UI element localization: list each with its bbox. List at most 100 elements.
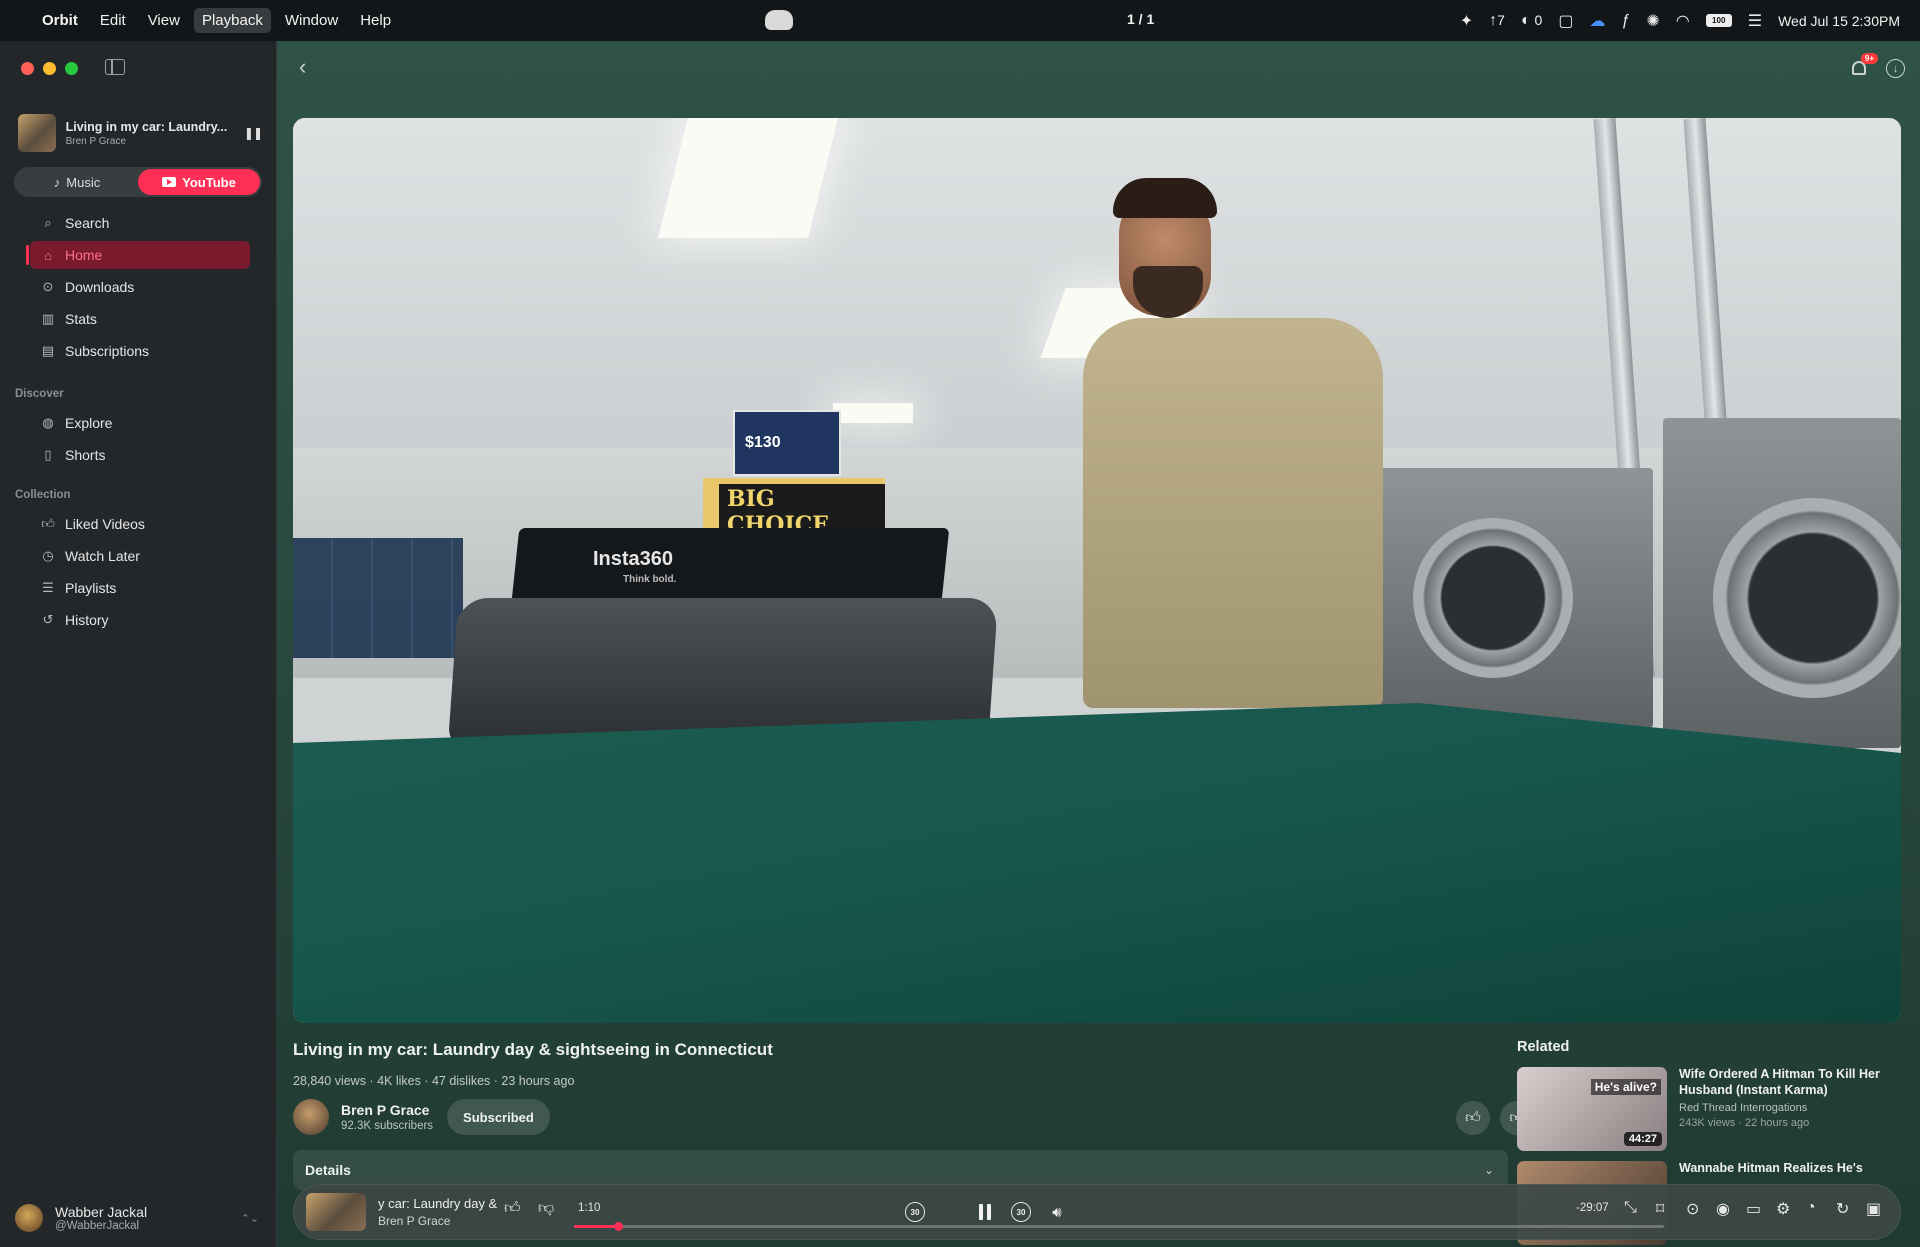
remaining-time: -29:07: [1576, 1202, 1609, 1214]
timer-icon[interactable]: ↻: [1836, 1199, 1849, 1219]
now-playing-title: Living in my car: Laundry...: [65, 119, 228, 134]
notification-badge: 9+: [1860, 53, 1878, 64]
sidebar-item-history[interactable]: ↺ History: [30, 606, 250, 634]
now-playing-mini[interactable]: Living in my car: Laundry... Bren P Grac…: [18, 111, 263, 155]
sidebar-item-downloads[interactable]: ⊙ Downloads: [30, 273, 250, 301]
back-chevron-icon[interactable]: ‹: [299, 54, 306, 80]
menu-bar: Orbit Edit View Playback Window Help 1 /…: [0, 0, 1920, 41]
player-thumbnail[interactable]: [306, 1193, 366, 1231]
now-playing-thumbnail: [18, 114, 56, 152]
related-title: Wannabe Hitman Realizes He's: [1679, 1161, 1863, 1175]
menu-playback[interactable]: Playback: [193, 8, 271, 33]
sidebar-toggle-icon[interactable]: [105, 59, 125, 75]
menu-window[interactable]: Window: [285, 12, 338, 29]
pause-icon: [979, 1204, 991, 1220]
control-center-icon[interactable]: ☰: [1748, 11, 1762, 31]
progress-fill: [574, 1225, 618, 1228]
cloud-icon[interactable]: ☁: [1589, 11, 1605, 31]
globe-icon: ◍: [42, 415, 54, 430]
skip-back-button[interactable]: 30: [898, 1195, 932, 1229]
menu-datetime[interactable]: Wed Jul 15 2:30PM: [1778, 13, 1900, 29]
sidebar-item-watch-later[interactable]: ◷ Watch Later: [30, 542, 250, 570]
sidebar-item-explore[interactable]: ◍ Explore: [30, 409, 250, 437]
script-icon[interactable]: ƒ: [1621, 12, 1630, 30]
main-content: ‹ 9+ ↓ $130 BIG CHOICE Insta360 Think bo…: [277, 41, 1920, 1247]
sidebar-item-home[interactable]: ⌂ Home: [26, 241, 250, 269]
collection-nav: 👍︎ Liked Videos ◷ Watch Later ☰ Playlists ↺…: [30, 510, 250, 638]
sidebar-item-search[interactable]: ⌕ Search: [30, 209, 250, 237]
video-price-sign: $130: [733, 410, 841, 476]
pause-button[interactable]: [968, 1195, 1002, 1229]
settings-gear-icon[interactable]: ⚙: [1776, 1199, 1790, 1219]
clock-icon: ◷: [42, 548, 54, 563]
close-window-button[interactable]: [21, 62, 34, 75]
picture-in-picture-icon[interactable]: ▣: [1866, 1199, 1881, 1219]
player-title: y car: Laundry day &: [378, 1196, 498, 1211]
pause-icon[interactable]: ❚❚: [244, 126, 263, 140]
sidebar-item-subscriptions[interactable]: ▤ Subscriptions: [30, 337, 250, 365]
related-item[interactable]: He's alive? 44:27 Wife Ordered A Hitman …: [1517, 1067, 1897, 1151]
player-dislike-icon[interactable]: 👎︎: [538, 1199, 554, 1218]
download-circle-icon[interactable]: ↓: [1886, 59, 1905, 78]
channel-avatar[interactable]: [293, 1099, 329, 1135]
video-player[interactable]: $130 BIG CHOICE Insta360 Think bold.: [293, 118, 1901, 1023]
history-icon: ↺: [42, 612, 54, 627]
airplay-icon[interactable]: ◉: [1716, 1199, 1730, 1219]
subscriptions-icon: ▤: [41, 343, 55, 358]
speed-icon[interactable]: ◔: [1806, 1199, 1816, 1217]
sidebar-item-liked-videos[interactable]: 👍︎ Liked Videos: [30, 510, 250, 538]
sidebar-item-playlists[interactable]: ☰ Playlists: [30, 574, 250, 602]
menu-app-name[interactable]: Orbit: [42, 12, 78, 29]
channel-subscribers: 92.3K subscribers: [341, 1120, 434, 1132]
bookmark-icon[interactable]: ⌑: [1656, 1199, 1664, 1219]
search-icon: ⌕: [44, 215, 52, 230]
captions-icon[interactable]: ▭: [1746, 1199, 1761, 1219]
app-window: Living in my car: Laundry... Bren P Grac…: [0, 41, 1920, 1247]
progress-bar[interactable]: [574, 1222, 1664, 1231]
notifications-button[interactable]: 9+: [1850, 53, 1878, 77]
video-washer-door: [1713, 498, 1901, 698]
wifi-icon[interactable]: ◠: [1676, 11, 1690, 31]
zoom-window-button[interactable]: [65, 62, 78, 75]
skip-forward-button[interactable]: 30: [1004, 1195, 1038, 1229]
app-status-icon[interactable]: [765, 10, 793, 30]
subscribed-button[interactable]: Subscribed: [447, 1099, 550, 1135]
music-tab[interactable]: ♪ Music: [16, 169, 138, 195]
like-button[interactable]: 👍︎: [1456, 1101, 1490, 1135]
openai-icon[interactable]: ✺: [1646, 11, 1659, 31]
video-tiles: [293, 538, 463, 658]
main-nav: ⌕ Search ⌂ Home ⊙ Downloads ▥ Stats ▤ Subscri…: [26, 209, 250, 369]
volume-icon[interactable]: 🔊︎: [1040, 1195, 1074, 1229]
battery-icon[interactable]: 100: [1705, 14, 1732, 27]
contacts-status[interactable]: ◐ 0: [1521, 12, 1542, 30]
menu-view[interactable]: View: [148, 12, 180, 29]
video-case-tagline: Think bold.: [623, 574, 677, 585]
sidebar-item-shorts[interactable]: ▯ Shorts: [30, 441, 250, 469]
youtube-tab[interactable]: YouTube: [138, 169, 260, 195]
account-profile[interactable]: Wabber Jackal @WabberJackal ⌃⌄: [15, 1197, 265, 1239]
chevron-updown-icon: ⌃⌄: [240, 1212, 259, 1225]
menu-help[interactable]: Help: [360, 12, 391, 29]
skip-forward-30-icon: 30: [1011, 1202, 1031, 1222]
related-thumbnail: He's alive? 44:27: [1517, 1067, 1667, 1151]
message-icon[interactable]: ▢: [1558, 11, 1573, 31]
channel-name[interactable]: Bren P Grace: [341, 1102, 433, 1118]
progress-knob[interactable]: [613, 1222, 623, 1231]
video-light: [833, 403, 913, 423]
download-icon: ⊙: [42, 279, 54, 294]
minimize-window-button[interactable]: [43, 62, 56, 75]
thumbs-up-icon: 👍︎: [1465, 1109, 1481, 1126]
mini-player-bar: y car: Laundry day & Bren P Grace 👍︎ 👎︎ …: [293, 1184, 1901, 1240]
menu-edit[interactable]: Edit: [100, 12, 126, 29]
expand-icon[interactable]: ⤡: [1624, 1199, 1637, 1217]
sparkle-icon[interactable]: ✦: [1460, 11, 1473, 31]
profile-handle: @WabberJackal: [55, 1220, 140, 1232]
sidebar-item-stats[interactable]: ▥ Stats: [30, 305, 250, 333]
arrow-up-status[interactable]: ↑7: [1489, 12, 1505, 30]
window-counter: 1 / 1: [1127, 11, 1155, 27]
video-person-body: [1083, 318, 1383, 708]
download-icon[interactable]: ⊙: [1686, 1199, 1699, 1219]
related-channel: Red Thread Interrogations: [1679, 1102, 1808, 1115]
player-like-icon[interactable]: 👍︎: [504, 1199, 521, 1218]
avatar: [15, 1204, 43, 1232]
